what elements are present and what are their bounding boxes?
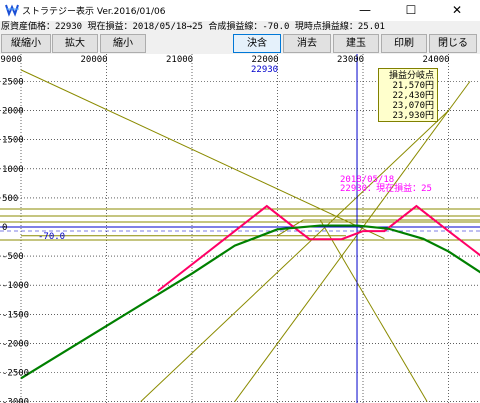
- maximize-button[interactable]: ☐: [388, 0, 434, 21]
- y-tick-label: 500: [2, 194, 18, 204]
- leg-line: [319, 219, 428, 402]
- expiry-payoff-line: [157, 204, 480, 292]
- zoom-in-button[interactable]: 拡大: [52, 34, 98, 53]
- minimize-button[interactable]: —: [342, 0, 388, 21]
- breakeven-value: 21,570円: [392, 81, 434, 91]
- x-tick-label: 23000: [337, 55, 364, 65]
- settle-button[interactable]: 決含: [233, 34, 281, 53]
- status-info: 原資産価格：22930 現在損益：2018/05/18→25 合成損益線：-70…: [0, 21, 480, 33]
- leg-line: [20, 69, 385, 240]
- current-payoff-line: [20, 224, 480, 380]
- leg-line: [234, 81, 471, 402]
- x-tick-label: 21000: [166, 55, 193, 65]
- close-window-button[interactable]: ✕: [434, 0, 480, 21]
- title-bar: ストラテジー表示 Ver.2016/01/06 — ☐ ✕: [0, 0, 480, 21]
- y-tick-label: 2500: [2, 78, 24, 88]
- y-tick-label: -2500: [2, 369, 29, 379]
- breakeven-title: 損益分岐点: [388, 71, 434, 81]
- vertical-shrink-button[interactable]: 縦縮小: [1, 34, 51, 53]
- window-title: ストラテジー表示 Ver.2016/01/06: [22, 7, 166, 17]
- y-tick-label: -3000: [2, 398, 29, 403]
- print-button[interactable]: 印刷: [381, 34, 427, 53]
- toolbar: 縦縮小 拡大 縮小 決含 消去 建玉 印刷 閉じる: [0, 33, 480, 54]
- breakeven-value: 23,930円: [392, 111, 434, 121]
- y-tick-label: -1500: [2, 310, 29, 320]
- x-tick-label: 19000: [0, 55, 22, 65]
- cursor-price-label: 22930: [251, 65, 279, 75]
- zoom-out-button[interactable]: 縮小: [100, 34, 146, 53]
- annotation-current-pl: 22930：現在損益：25: [340, 184, 432, 194]
- x-tick-label: 20000: [81, 55, 108, 65]
- close-button[interactable]: 閉じる: [429, 34, 477, 53]
- breakeven-box: 損益分岐点 21,570円 22,430円 23,070円 23,930円: [378, 68, 438, 122]
- y-tick-label: 1000: [2, 165, 24, 175]
- breakeven-value: 23,070円: [392, 101, 434, 111]
- erase-button[interactable]: 消去: [283, 34, 331, 53]
- y-tick-label: -2000: [2, 339, 29, 349]
- payoff-chart[interactable]: 1900020000210002200023000240002500026000…: [0, 54, 480, 403]
- y-tick-label: 0: [2, 223, 7, 233]
- y-tick-label: 1500: [2, 136, 24, 146]
- x-tick-label: 22000: [252, 55, 279, 65]
- app-icon: [5, 4, 19, 17]
- offset-label: -70.0: [38, 232, 66, 242]
- position-button[interactable]: 建玉: [333, 34, 379, 53]
- y-tick-label: -1000: [2, 281, 29, 291]
- y-tick-label: 2000: [2, 107, 24, 117]
- x-tick-label: 24000: [423, 55, 450, 65]
- y-tick-label: -500: [2, 252, 24, 262]
- breakeven-value: 22,430円: [392, 91, 434, 101]
